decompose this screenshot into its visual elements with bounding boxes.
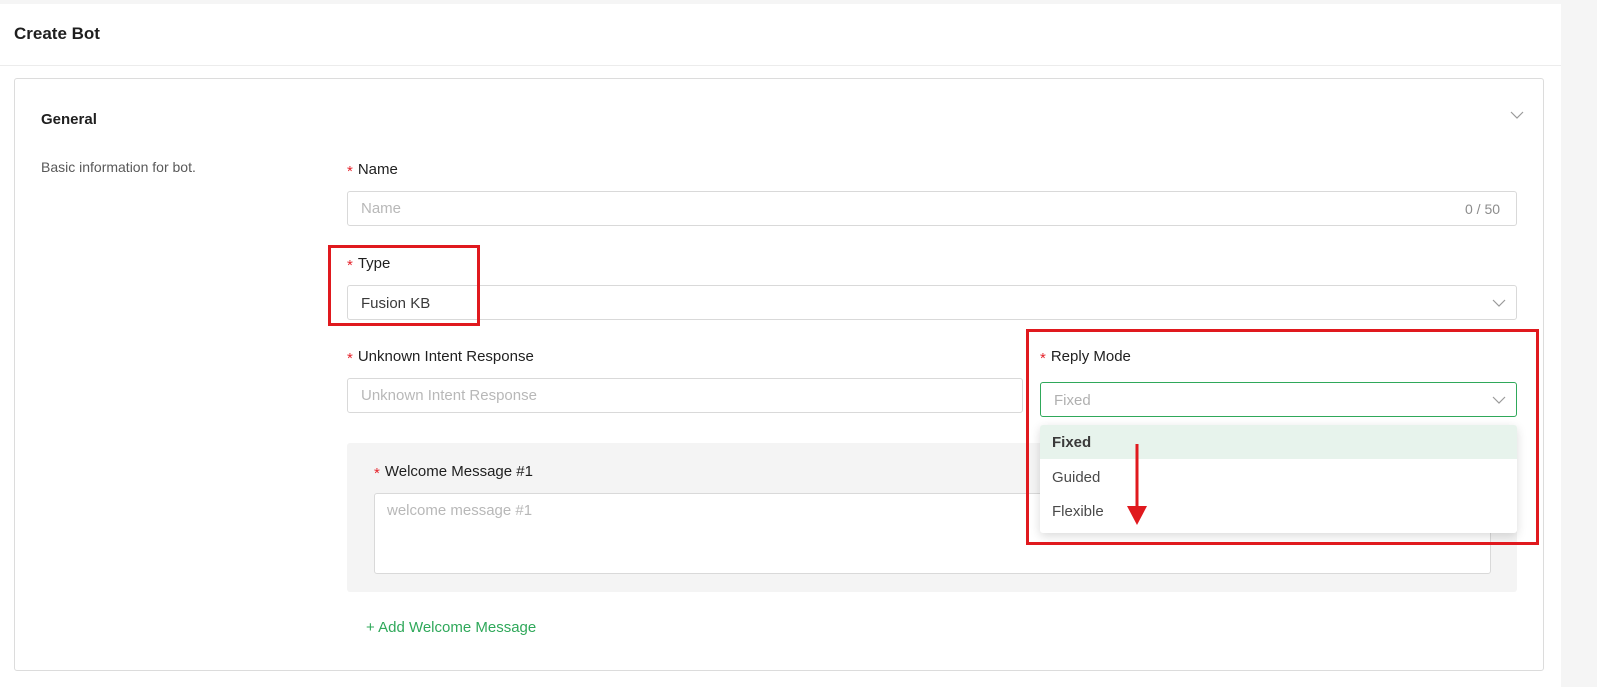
- required-mark: *: [1040, 350, 1046, 367]
- unknown-intent-input[interactable]: [347, 378, 1023, 413]
- reply-mode-label: * Reply Mode: [1040, 348, 1131, 367]
- page-scroll-area: [1561, 0, 1597, 687]
- name-char-counter: 0 / 50: [1465, 201, 1501, 217]
- chevron-down-icon: [1492, 299, 1506, 307]
- name-label-text: Name: [357, 161, 398, 178]
- reply-mode-dropdown: Fixed Guided Flexible: [1040, 425, 1517, 533]
- required-mark: *: [347, 350, 353, 367]
- type-label-text: Type: [357, 255, 391, 272]
- unknown-intent-label: * Unknown Intent Response: [347, 348, 534, 367]
- welcome-message-label-text: Welcome Message #1: [384, 463, 533, 480]
- reply-mode-option-guided[interactable]: Guided: [1040, 460, 1517, 494]
- section-title: General: [41, 111, 97, 128]
- reply-mode-select[interactable]: Fixed: [1040, 382, 1517, 417]
- reply-mode-placeholder: Fixed: [1054, 392, 1091, 409]
- type-select-value: Fusion KB: [361, 295, 431, 312]
- type-label: * Type: [347, 255, 391, 274]
- required-mark: *: [347, 163, 353, 180]
- page-header: Create Bot: [0, 4, 1561, 66]
- name-input[interactable]: [347, 191, 1517, 226]
- required-mark: *: [347, 257, 353, 274]
- chevron-down-icon[interactable]: [1509, 107, 1525, 123]
- name-label: * Name: [347, 161, 398, 180]
- welcome-message-label: * Welcome Message #1: [374, 463, 533, 482]
- section-description: Basic information for bot.: [41, 159, 196, 175]
- add-welcome-message-link[interactable]: + Add Welcome Message: [366, 619, 536, 636]
- required-mark: *: [374, 465, 380, 482]
- page-title: Create Bot: [14, 24, 100, 43]
- type-select[interactable]: Fusion KB: [347, 285, 1517, 320]
- chevron-down-icon: [1492, 396, 1506, 404]
- reply-mode-option-fixed[interactable]: Fixed: [1040, 425, 1517, 459]
- unknown-intent-label-text: Unknown Intent Response: [357, 348, 534, 365]
- reply-mode-label-text: Reply Mode: [1050, 348, 1131, 365]
- reply-mode-option-flexible[interactable]: Flexible: [1040, 494, 1517, 528]
